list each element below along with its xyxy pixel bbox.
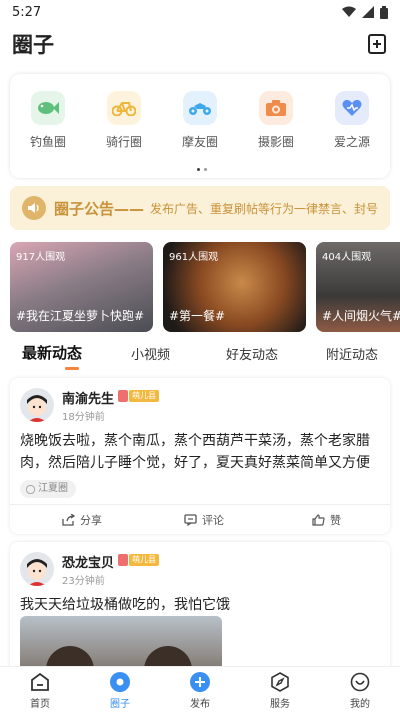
- comment-icon: [184, 514, 197, 526]
- category-fishing[interactable]: 钓鱼圈: [10, 91, 86, 150]
- system-icons: [342, 5, 388, 19]
- nav-home[interactable]: 首页: [10, 671, 70, 710]
- circle-icon: [109, 671, 131, 693]
- level-badge: [118, 390, 128, 402]
- category-label: 钓鱼圈: [29, 135, 66, 149]
- notice-text: 发布广告、重复刷帖等行为一律禁言、封号: [150, 201, 379, 216]
- nav-label: 首页: [30, 699, 50, 710]
- bottom-navigation: 首页 圈子 发布 服务 我的: [0, 666, 400, 712]
- region-badge: 萌儿县: [129, 390, 159, 402]
- nav-publish[interactable]: 发布: [170, 671, 230, 710]
- user-badges: 萌儿县: [118, 390, 159, 402]
- topic-name: #第一餐#: [169, 309, 226, 323]
- category-label: 骑行圈: [105, 135, 142, 149]
- post-time: 23分钟前: [62, 576, 105, 587]
- image-detail: [144, 646, 192, 666]
- category-photography[interactable]: 摄影圈: [238, 91, 314, 150]
- topic-card[interactable]: 917人围观 #我在江夏坐萝卜快跑#: [10, 242, 153, 332]
- topic-card[interactable]: 961人围观 #第一餐#: [163, 242, 306, 332]
- post-circle-tag[interactable]: 江夏圈: [20, 480, 76, 498]
- signal-icon: [362, 6, 374, 18]
- topic-name: #人间烟火气#: [322, 309, 400, 323]
- page-indicator: [197, 168, 207, 171]
- notice-title: 圈子公告——: [54, 199, 145, 218]
- wifi-icon: [342, 6, 356, 17]
- add-post-icon: [368, 34, 386, 54]
- fish-icon: [31, 91, 65, 125]
- avatar[interactable]: [20, 388, 54, 422]
- post-author[interactable]: 南渝先生: [62, 388, 114, 407]
- topic-name: #我在江夏坐萝卜快跑#: [16, 309, 145, 323]
- feed-tabs: 最新动态 小视频 好友动态 附近动态: [0, 338, 400, 370]
- nav-circle[interactable]: 圈子: [90, 671, 150, 710]
- nav-label: 服务: [270, 699, 290, 710]
- thumbs-up-icon: [312, 514, 325, 526]
- page-title: 圈子: [12, 29, 56, 59]
- topic-carousel[interactable]: 917人围观 #我在江夏坐萝卜快跑# 961人围观 #第一餐# 404人围观 #…: [10, 242, 400, 334]
- tab-latest[interactable]: 最新动态: [22, 342, 82, 363]
- status-time: 5:27: [12, 4, 42, 20]
- post-author[interactable]: 恐龙宝贝: [62, 552, 114, 571]
- battery-icon: [380, 5, 388, 19]
- camera-icon: [259, 91, 293, 125]
- category-label: 摩友圈: [181, 135, 218, 149]
- home-icon: [29, 671, 51, 693]
- bicycle-icon: [107, 91, 141, 125]
- add-post-button[interactable]: [366, 33, 388, 55]
- page-dot: [204, 168, 207, 171]
- speaker-icon: [22, 196, 46, 220]
- avatar[interactable]: [20, 552, 54, 586]
- post-image[interactable]: [20, 616, 222, 666]
- nav-profile[interactable]: 我的: [330, 671, 390, 710]
- like-button[interactable]: 赞: [312, 512, 341, 528]
- publish-icon: [189, 671, 211, 693]
- post-card[interactable]: 南渝先生 萌儿县 18分钟前 烧晚饭去啦，蒸个南瓜，蒸个西葫芦干菜汤，蒸个老家腊…: [10, 378, 390, 534]
- topic-views: 961人围观: [169, 252, 219, 263]
- category-love-source[interactable]: 爱之源: [314, 91, 390, 150]
- notice-banner[interactable]: 圈子公告—— 发布广告、重复刷帖等行为一律禁言、封号: [10, 186, 390, 230]
- share-button[interactable]: 分享: [62, 512, 102, 528]
- post-body: 我天天给垃圾桶做吃的，我怕它饿: [20, 597, 230, 613]
- motorcycle-icon: [183, 91, 217, 125]
- app-header: 圈子: [0, 24, 400, 64]
- status-bar: 5:27: [0, 0, 400, 24]
- category-label: 摄影圈: [257, 135, 294, 149]
- nav-label: 我的: [350, 699, 370, 710]
- heart-icon: [335, 91, 369, 125]
- region-badge: 萌儿县: [129, 554, 159, 566]
- tab-nearby[interactable]: 附近动态: [326, 344, 378, 363]
- image-detail: [46, 646, 94, 666]
- profile-icon: [349, 671, 371, 693]
- post-body: 烧晚饭去啦，蒸个南瓜，蒸个西葫芦干菜汤，蒸个老家腊肉，然后陪儿子睡个觉，好了，夏…: [20, 433, 370, 471]
- share-label: 分享: [80, 514, 102, 527]
- service-icon: [269, 671, 291, 693]
- topic-card[interactable]: 404人围观 #人间烟火气#: [316, 242, 400, 332]
- nav-service[interactable]: 服务: [250, 671, 310, 710]
- level-badge: [118, 554, 128, 566]
- category-motorcycle[interactable]: 摩友圈: [162, 91, 238, 150]
- comment-button[interactable]: 评论: [184, 512, 224, 528]
- nav-label: 圈子: [110, 699, 130, 710]
- post-time: 18分钟前: [62, 412, 105, 423]
- comment-label: 评论: [202, 514, 224, 527]
- share-icon: [62, 514, 75, 526]
- page-dot-active: [197, 168, 200, 171]
- topic-views: 917人围观: [16, 252, 66, 263]
- category-card: 钓鱼圈 骑行圈 摩友圈 摄影圈 爱之源: [10, 74, 390, 178]
- topic-views: 404人围观: [322, 252, 372, 263]
- category-cycling[interactable]: 骑行圈: [86, 91, 162, 150]
- nav-label: 发布: [190, 699, 210, 710]
- divider: [10, 504, 390, 505]
- tab-short-video[interactable]: 小视频: [131, 344, 170, 363]
- user-badges: 萌儿县: [118, 554, 159, 566]
- category-label: 爱之源: [333, 135, 370, 149]
- post-card[interactable]: 恐龙宝贝 萌儿县 23分钟前 我天天给垃圾桶做吃的，我怕它饿: [10, 542, 390, 666]
- tab-friends[interactable]: 好友动态: [226, 344, 278, 363]
- content-scroll-area[interactable]: 钓鱼圈 骑行圈 摩友圈 摄影圈 爱之源 圈子公告—— 发布广告、重复刷帖等行为一…: [0, 64, 400, 666]
- like-label: 赞: [330, 514, 341, 527]
- tab-active-indicator: [65, 367, 79, 370]
